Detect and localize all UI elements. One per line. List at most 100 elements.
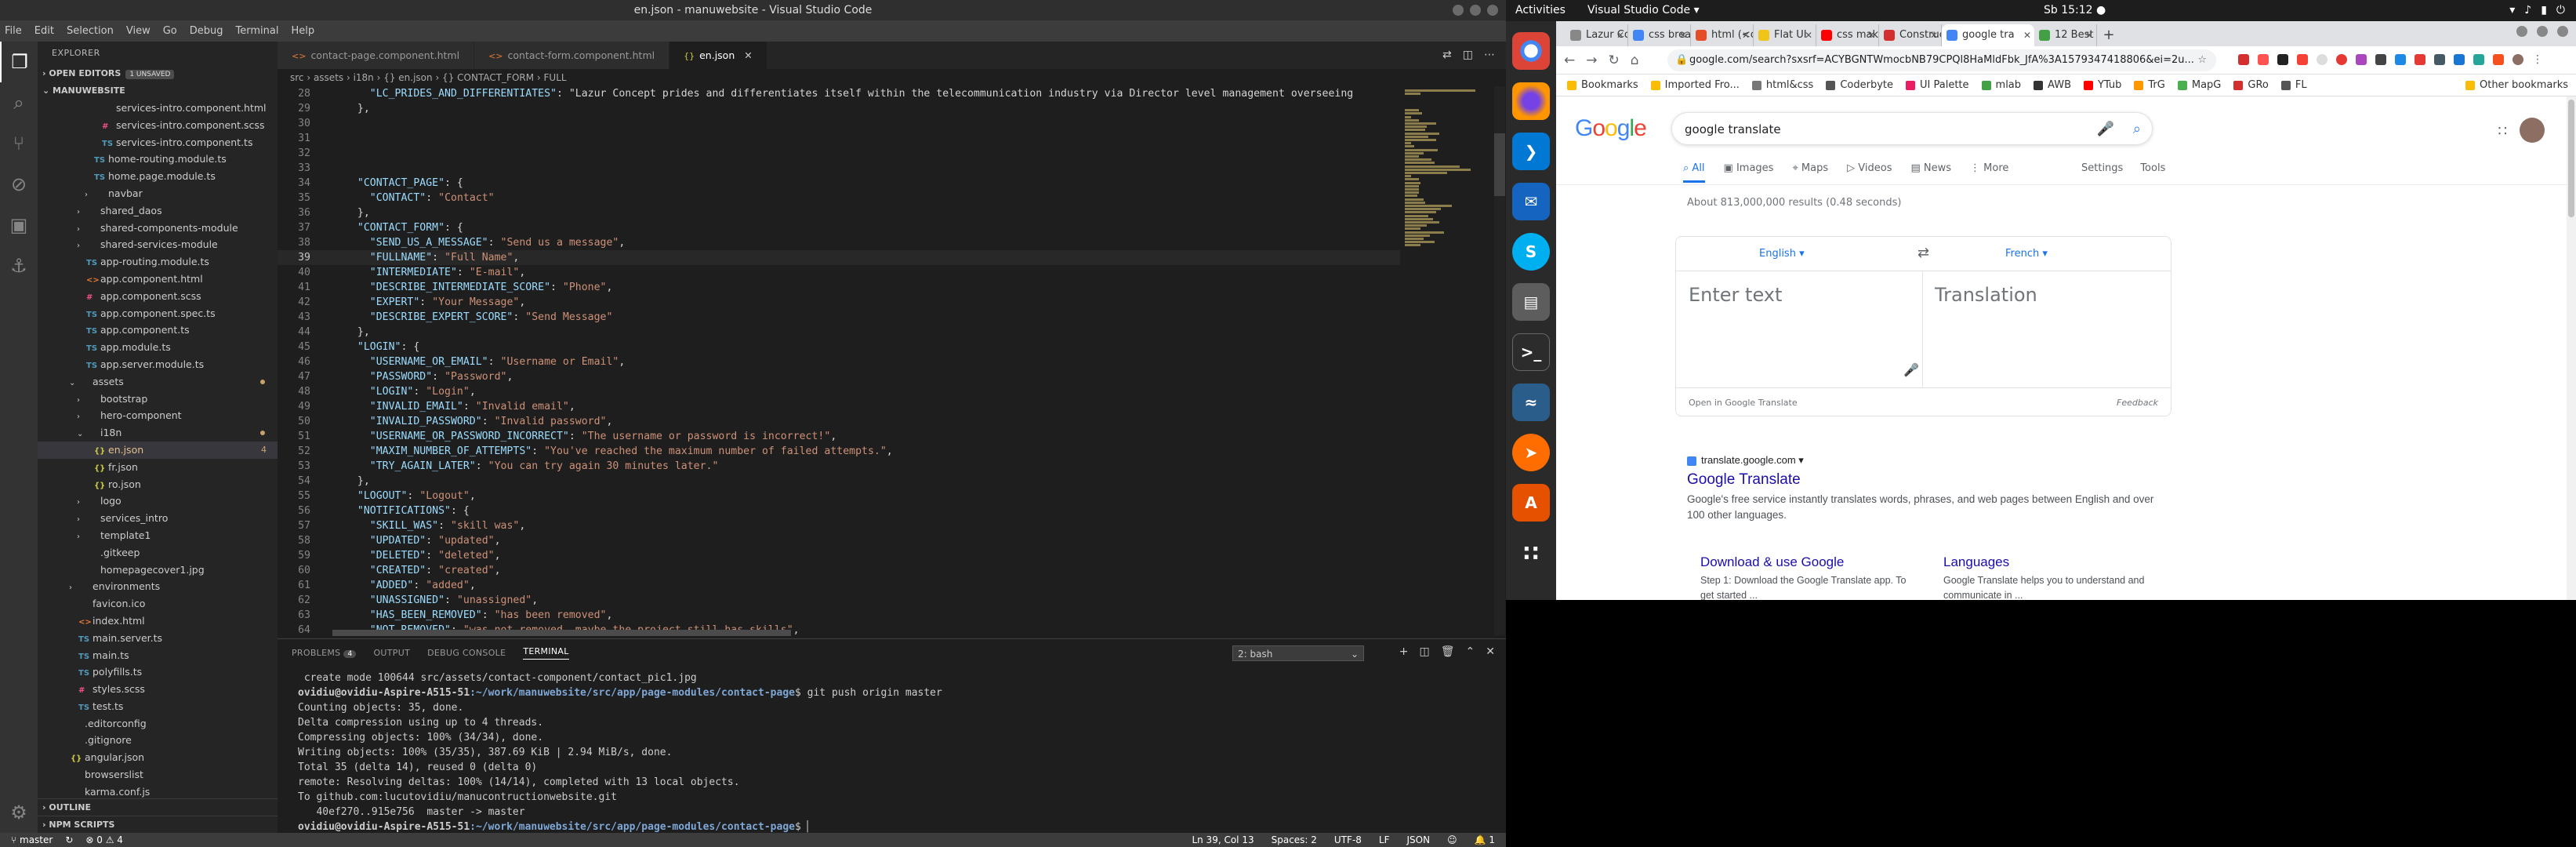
split-terminal-icon[interactable]: ◫ xyxy=(1420,645,1430,658)
browser-tab[interactable]: Construct✕ xyxy=(1879,24,1942,46)
page-scroll-thumb[interactable] xyxy=(2568,100,2574,217)
file-tree-item[interactable]: › template1 xyxy=(38,527,278,544)
file-tree-item[interactable]: TS app-routing.module.ts xyxy=(38,253,278,271)
file-tree-item[interactable]: TS polyfills.ts xyxy=(38,663,278,681)
close-icon[interactable]: ✕ xyxy=(1867,24,1875,46)
bookmark-item[interactable]: Bookmarks xyxy=(1567,79,1638,91)
page-scrollbar[interactable] xyxy=(2567,96,2576,600)
tab-problems[interactable]: PROBLEMS 4 xyxy=(292,648,357,658)
close-panel-icon[interactable]: ✕ xyxy=(1486,645,1495,658)
code-line[interactable]: 34 "CONTACT_PAGE": { xyxy=(278,176,1400,191)
code-line[interactable]: 42 "EXPERT": "Your Message", xyxy=(278,295,1400,310)
extension-icon[interactable] xyxy=(2493,54,2504,65)
bookmark-item[interactable]: MapG xyxy=(2177,79,2221,91)
file-tree-item[interactable]: TS app.component.spec.ts xyxy=(38,305,278,322)
file-tree-item[interactable]: TS main.server.ts xyxy=(38,630,278,647)
bookmark-item[interactable]: Imported Fro... xyxy=(1650,79,1740,91)
file-tree-item[interactable]: favicon.ico xyxy=(38,595,278,613)
google-search-input[interactable]: google translate 🎤 ⌕ xyxy=(1671,112,2153,145)
terminal-icon[interactable]: >_ xyxy=(1512,333,1550,371)
file-tree-item[interactable]: TS test.ts xyxy=(38,698,278,715)
code-line[interactable]: 53 "TRY_AGAIN_LATER": "You can try again… xyxy=(278,459,1400,474)
extension-icon[interactable] xyxy=(2356,54,2367,65)
search-tab-more[interactable]: ⋮ More xyxy=(1970,162,2008,183)
close-button[interactable] xyxy=(1487,5,1498,16)
file-tree-item[interactable]: {} en.json 4 xyxy=(38,441,278,459)
code-line[interactable]: 48 "LOGIN": "Login", xyxy=(278,384,1400,399)
chrome-menu-icon[interactable]: ⋮ xyxy=(2532,54,2543,65)
bookmark-item[interactable]: Coderbyte xyxy=(1826,79,1893,91)
search-tab-all[interactable]: ⌕ All xyxy=(1683,162,1705,183)
bookmark-item[interactable]: TrG xyxy=(2134,79,2165,91)
file-tree-item[interactable]: › bootstrap xyxy=(38,391,278,408)
maximize-button[interactable] xyxy=(1470,5,1481,16)
search-icon[interactable]: ⌕ xyxy=(2133,113,2141,146)
swap-languages-icon[interactable]: ⇄ xyxy=(1917,245,1929,261)
close-icon[interactable]: ✕ xyxy=(2023,24,2031,46)
more-actions-icon[interactable]: ⋯ xyxy=(1484,49,1495,61)
app-menu[interactable]: Visual Studio Code ▾ xyxy=(1587,4,1700,16)
file-tree-item[interactable]: TS app.component.ts xyxy=(38,322,278,339)
feedback-link[interactable]: Feedback xyxy=(2117,398,2158,408)
postman-icon[interactable]: ➤ xyxy=(1512,434,1550,471)
show-apps-icon[interactable]: ∷ xyxy=(1512,534,1550,572)
skype-icon[interactable]: S xyxy=(1512,233,1550,271)
extension-icon[interactable] xyxy=(2415,54,2425,65)
file-tree-item[interactable]: TS app.server.module.ts xyxy=(38,356,278,373)
code-line[interactable]: 59 "DELETED": "deleted", xyxy=(278,548,1400,563)
close-icon[interactable]: ✕ xyxy=(1805,24,1812,46)
code-line[interactable]: 56 "NOTIFICATIONS": { xyxy=(278,503,1400,518)
extension-icon[interactable] xyxy=(2473,54,2484,65)
browser-tab[interactable]: Flat UI ✕ xyxy=(1754,24,1816,46)
file-tree-item[interactable]: # app.component.scss xyxy=(38,288,278,305)
minimize-button[interactable] xyxy=(1453,5,1464,16)
close-icon[interactable]: ✕ xyxy=(744,49,752,61)
forward-arrow-icon[interactable]: → xyxy=(1586,53,1597,68)
file-tree-item[interactable]: › environments xyxy=(38,578,278,595)
add-terminal-icon[interactable]: + xyxy=(1399,645,1409,658)
open-in-google-translate-link[interactable]: Open in Google Translate xyxy=(1689,398,1798,408)
file-tree-item[interactable]: › shared-services-module xyxy=(38,236,278,253)
file-tree-item[interactable]: › shared-components-module xyxy=(38,220,278,237)
file-tree-item[interactable]: TS home.page.module.ts xyxy=(38,168,278,185)
system-tray[interactable]: ▾ ♪ ▮ ⏻ xyxy=(2509,4,2565,16)
extensions-icon[interactable]: ▣ xyxy=(0,205,38,245)
firefox-icon[interactable] xyxy=(1512,82,1550,120)
extension-icon[interactable] xyxy=(2317,54,2327,65)
code-line[interactable]: 43 "DESCRIBE_EXPERT_SCORE": "Send Messag… xyxy=(278,310,1400,325)
files-icon[interactable]: ▤ xyxy=(1512,283,1550,321)
code-line[interactable]: 32 xyxy=(278,146,1400,161)
npm-scripts-section[interactable]: › NPM SCRIPTS xyxy=(38,816,278,833)
file-tree-item[interactable]: services-intro.component.html xyxy=(38,100,278,117)
code-line[interactable]: 40 "INTERMEDIATE": "E-mail", xyxy=(278,265,1400,280)
extension-icon[interactable] xyxy=(2297,54,2308,65)
bookmark-item[interactable]: FL xyxy=(2280,79,2307,91)
code-line[interactable]: 58 "UPDATED": "updated", xyxy=(278,533,1400,548)
cursor-position[interactable]: Ln 39, Col 13 xyxy=(1192,833,1254,847)
file-tree-item[interactable]: .editorconfig xyxy=(38,715,278,732)
code-line[interactable]: 29 }, xyxy=(278,101,1400,116)
extension-icon[interactable] xyxy=(2454,54,2465,65)
language-mode[interactable]: JSON xyxy=(1407,833,1431,847)
bookmark-star-icon[interactable]: ☆ xyxy=(2197,49,2207,71)
code-line[interactable]: 50 "INVALID_PASSWORD": "Invalid password… xyxy=(278,414,1400,429)
google-apps-icon[interactable]: ∷ xyxy=(2498,123,2507,140)
minimap[interactable] xyxy=(1400,86,1497,635)
problems-status[interactable]: ⊗ 0 ⚠ 4 xyxy=(85,833,123,847)
file-tree-item[interactable]: # services-intro.component.scss xyxy=(38,117,278,134)
file-tree-item[interactable]: {} fr.json xyxy=(38,459,278,476)
code-line[interactable]: 36 }, xyxy=(278,205,1400,220)
source-control-icon[interactable]: ⑂ xyxy=(0,123,38,164)
outline-section[interactable]: › OUTLINE xyxy=(38,798,278,816)
code-line[interactable]: 35 "CONTACT": "Contact" xyxy=(278,191,1400,205)
target-language-select[interactable]: French ▾ xyxy=(2005,248,2048,260)
menu-item-debug[interactable]: Debug xyxy=(190,25,223,37)
browser-tab[interactable]: Lazur Con✕ xyxy=(1566,24,1628,46)
code-line[interactable]: 51 "USERNAME_OR_PASSWORD_INCORRECT": "Th… xyxy=(278,429,1400,444)
maximize-panel-icon[interactable]: ⌃ xyxy=(1466,645,1475,658)
bookmark-item[interactable]: html&css xyxy=(1751,79,1813,91)
chrome-maximize-button[interactable] xyxy=(2537,26,2548,37)
extension-icon[interactable] xyxy=(2434,54,2445,65)
google-logo[interactable]: Google xyxy=(1575,115,1647,142)
terminal-output[interactable]: create mode 100644 src/assets/contact-co… xyxy=(298,671,1506,834)
